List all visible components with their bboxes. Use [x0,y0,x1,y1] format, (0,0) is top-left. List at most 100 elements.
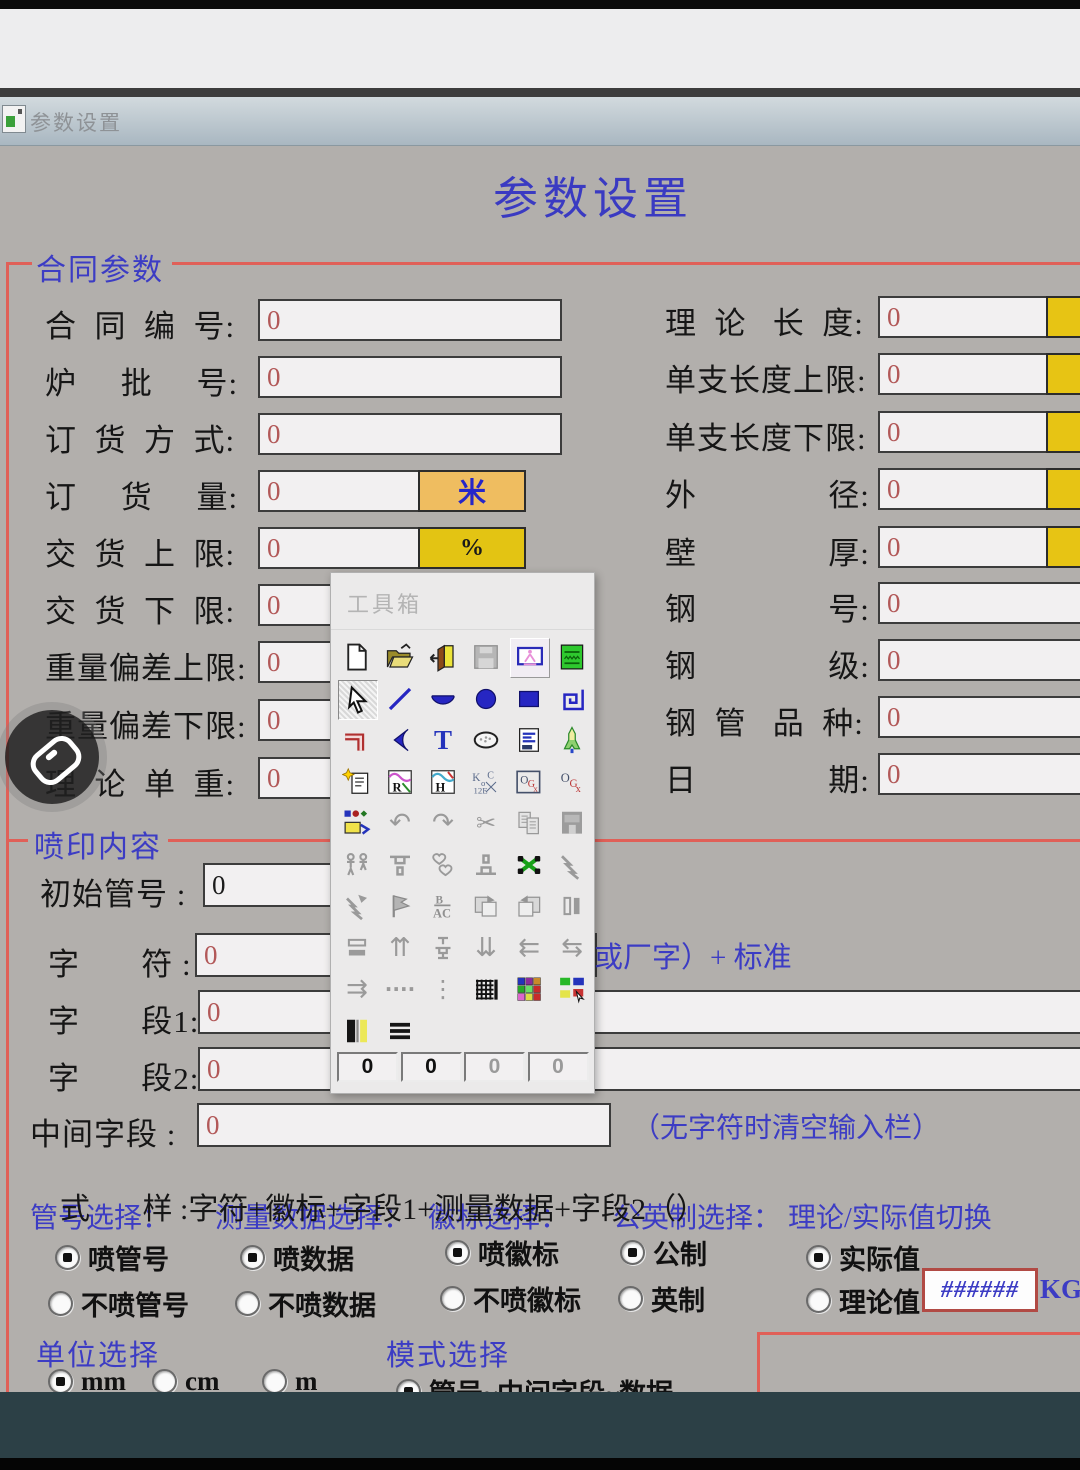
unit-button[interactable]: 米 [418,470,526,512]
image-h-icon[interactable]: H [424,763,462,801]
toolbox-count-field[interactable]: 0 [337,1052,398,1082]
radio-button[interactable] [806,1245,831,1270]
field-input[interactable]: 0 [878,582,1080,624]
redo-icon[interactable]: ↷ [424,804,462,842]
copy-icon[interactable] [510,804,548,842]
figures-icon[interactable] [338,846,376,884]
vertical-bars-icon[interactable] [553,887,591,925]
new-file-icon[interactable] [338,638,376,676]
undo-icon[interactable]: ↶ [381,804,419,842]
toolbox-count-field[interactable]: 0 [528,1052,589,1082]
image-r-icon[interactable]: R [381,763,419,801]
ac-letters-icon[interactable]: BAC [424,887,462,925]
rotate-pages-icon[interactable] [467,887,505,925]
exit-door-icon[interactable] [424,638,462,676]
field-input[interactable]: 0 [878,411,1048,453]
field-input[interactable]: 0 [878,526,1048,568]
unit-button[interactable]: % [418,527,526,569]
group-chars-boxed-icon[interactable]: OGx [510,763,548,801]
flag-icon[interactable] [381,887,419,925]
field-input[interactable]: 0 [258,413,562,455]
unit-button[interactable] [1046,296,1080,338]
field-input[interactable]: 0 [258,356,562,398]
pattern-select-icon[interactable] [553,970,591,1008]
dotted-oval-icon[interactable] [467,721,505,759]
radio-button[interactable] [262,1369,287,1394]
wedge-tool-icon[interactable] [381,721,419,759]
unit-button[interactable] [1046,468,1080,510]
radio-button[interactable] [440,1286,465,1311]
save-icon[interactable] [467,638,505,676]
arrows-down-icon[interactable]: ⇊ [467,929,505,967]
pipe-elbow-icon[interactable] [338,721,376,759]
field-input[interactable]: 0 [878,639,1080,681]
radio-option[interactable]: 理论值 [806,1281,920,1320]
radio-option[interactable]: 不喷徽标 [440,1279,581,1318]
radio-option[interactable]: 不喷管号 [48,1284,189,1323]
clamp-top-icon[interactable] [381,846,419,884]
arc-tool-icon[interactable] [424,680,462,718]
dots-vertical-icon[interactable]: ⋮ [424,970,462,1008]
green-display-icon[interactable] [553,638,591,676]
rectangle-tool-icon[interactable] [510,680,548,718]
distribute-green-icon[interactable] [510,846,548,884]
toolbox-count-field[interactable]: 0 [401,1052,462,1082]
merge-icon[interactable] [424,929,462,967]
cut-icon[interactable]: ✂ [467,804,505,842]
field-input[interactable]: 0 [258,470,422,512]
theoretical-value-box[interactable]: ###### [922,1268,1038,1312]
radio-option[interactable]: 不喷数据 [235,1284,376,1323]
rotate-pages-2-icon[interactable] [510,887,548,925]
arrows-right-icon[interactable]: ⇉ [338,970,376,1008]
line-tool-icon[interactable] [381,680,419,718]
radio-button[interactable] [152,1369,177,1394]
palette-icon[interactable] [510,970,548,1008]
arrows-up-icon[interactable]: ⇈ [381,929,419,967]
open-folder-icon[interactable] [381,638,419,676]
step-arrow-2-icon[interactable] [338,887,376,925]
radio-button[interactable] [48,1369,73,1394]
arrows-swap-icon[interactable]: ⇆ [553,929,591,967]
radio-option[interactable]: 实际值 [806,1238,920,1277]
field-input[interactable]: 0 [878,468,1048,510]
pointer-icon[interactable] [338,680,378,720]
hearts-icon[interactable] [424,846,462,884]
unit-button[interactable] [1046,353,1080,395]
dots-horizontal-icon[interactable]: ···· [381,970,419,1008]
horizontal-bars-icon[interactable] [338,929,376,967]
polyline-tool-icon[interactable] [553,680,591,718]
field-input[interactable]: 0 [878,353,1048,395]
toolbox-panel[interactable]: 工具箱 TRHKoC12EOGxOGx↶↷✂BAC⇈⇊⇇⇆⇉····⋮0000 [330,572,595,1094]
field-input[interactable]: 0 [878,696,1080,738]
export-colored-icon[interactable] [338,804,376,842]
svg-text:R: R [393,780,403,794]
unit-button[interactable] [1046,411,1080,453]
radio-button[interactable] [48,1291,73,1316]
ellipse-tool-icon[interactable] [467,680,505,718]
new-report-icon[interactable] [338,763,376,801]
unit-button[interactable] [1046,526,1080,568]
text-tool-icon[interactable]: T [424,721,462,759]
field-input[interactable]: 0 [878,753,1080,795]
field-input[interactable]: 0 [878,296,1048,338]
paste-icon[interactable] [553,804,591,842]
field-input[interactable]: 0 [258,299,562,341]
menu-lines-icon[interactable] [381,1012,419,1050]
grid-icon[interactable] [467,970,505,1008]
bw-yellow-bars-icon[interactable] [338,1012,376,1050]
radio-button[interactable] [235,1291,260,1316]
arrows-left-icon[interactable]: ⇇ [510,929,548,967]
step-arrow-icon[interactable] [553,846,591,884]
rocket-icon[interactable] [553,721,591,759]
radio-button[interactable] [618,1286,643,1311]
report-icon[interactable] [510,721,548,759]
field-input[interactable]: 0 [197,1103,611,1147]
radio-option[interactable]: 英制 [618,1279,705,1318]
print-preview-icon[interactable] [510,638,550,678]
field-input[interactable]: 0 [258,527,422,569]
group-chars-icon[interactable]: OGx [553,763,591,801]
clamp-bottom-icon[interactable] [467,846,505,884]
radio-button[interactable] [806,1288,831,1313]
char-size-icon[interactable]: KoC12E [467,763,505,801]
toolbox-count-field[interactable]: 0 [464,1052,525,1082]
